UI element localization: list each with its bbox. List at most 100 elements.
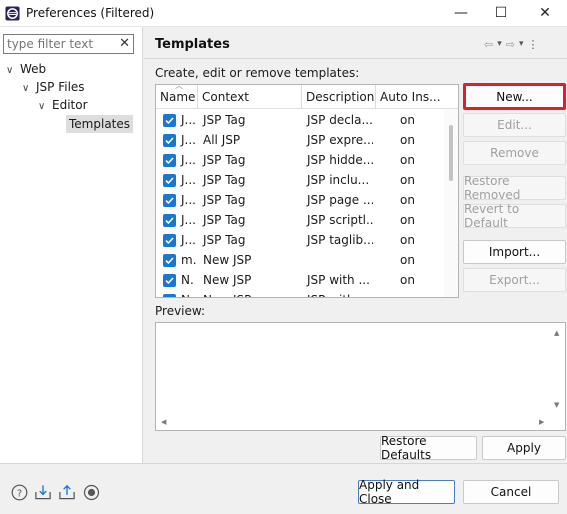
forward-menu-icon[interactable]: ▾ [519,39,524,49]
back-menu-icon[interactable]: ▾ [497,39,502,49]
view-menu-icon[interactable]: ⋮ [528,38,539,51]
table-row[interactable]: J... JSP Tag JSP taglib... on [156,230,446,250]
expand-toggle-icon[interactable]: ∨ [22,80,36,98]
cell-context: New JSP [199,290,299,297]
cell-context: New JSP [203,253,252,267]
cell-name: J... [181,213,196,227]
restore-removed-button[interactable]: Restore Removed [463,174,566,202]
cell-description: JSP page ... [307,193,373,207]
cell-name: N. [177,290,199,297]
table-row[interactable]: m. New JSP on [156,250,446,270]
cell-name: N. [181,273,194,287]
cell-auto-insert: on [400,213,415,227]
footer-divider [0,463,567,464]
column-header-description[interactable]: Description [302,85,376,109]
tree-item-label: JSP Files [36,80,85,94]
preview-area[interactable]: ▲ ▼ ◀ ▶ [155,322,566,431]
help-icon[interactable]: ? [10,483,28,501]
scroll-up-icon[interactable]: ▲ [554,329,559,337]
preview-horizontal-scrollbar[interactable]: ◀ ▶ [156,416,550,430]
cell-context: JSP Tag [203,153,246,167]
cell-context: JSP Tag [203,113,246,127]
cell-auto-insert: on [396,290,426,297]
table-scrollbar[interactable] [444,109,458,297]
cell-context: New JSP [203,273,252,287]
restore-defaults-button[interactable]: Restore Defaults [380,434,477,462]
scroll-left-icon[interactable]: ◀ [161,418,166,426]
enabled-checkbox[interactable] [163,214,176,227]
export-templates-button[interactable]: Export... [463,268,566,292]
cancel-button[interactable]: Cancel [463,480,559,504]
cell-description: JSP scriptl... [307,213,373,227]
clear-filter-icon[interactable]: ✕ [119,36,130,51]
edit-template-button[interactable]: Edit... [463,113,566,137]
cell-description [303,250,373,270]
new-template-button[interactable]: New... [463,83,566,110]
tree-item-label: Templates [66,115,134,133]
cell-context: JSP Tag [203,173,246,187]
cell-auto-insert: on [400,113,415,127]
eclipse-app-icon [5,6,20,21]
cell-auto-insert: on [400,253,415,267]
table-scrollbar-thumb[interactable] [449,125,453,181]
import-templates-button[interactable]: Import... [463,240,566,264]
close-window-button[interactable]: ✕ [530,3,560,23]
tree-item-label: Web [20,62,47,76]
table-row[interactable]: J... All JSP JSP expre... on [156,130,446,150]
cell-auto-insert: on [400,153,415,167]
preview-label: Preview: [155,304,206,318]
expand-toggle-icon[interactable]: ∨ [6,62,20,80]
scroll-down-icon[interactable]: ▼ [554,401,559,409]
templates-description: Create, edit or remove templates: [155,66,360,80]
import-preferences-icon[interactable] [34,483,52,501]
table-row[interactable]: J... JSP Tag JSP hidde... on [156,150,446,170]
tree-item-templates[interactable]: Templates [66,115,134,133]
maximize-button[interactable]: ☐ [486,3,516,23]
cell-description: JSP decla... [307,113,373,127]
table-row[interactable]: J... JSP Tag JSP page ... on [156,190,446,210]
tree-item-editor[interactable]: ∨ Editor [38,96,88,114]
enabled-checkbox[interactable] [163,234,176,247]
cell-description: JSP hidde... [307,153,373,167]
tree-item-label: Editor [52,98,88,112]
record-icon[interactable] [82,483,100,501]
title-bar: Preferences (Filtered) — ☐ ✕ [0,0,567,27]
enabled-checkbox[interactable] [163,174,176,187]
enabled-checkbox[interactable] [163,254,176,267]
table-header: ︿ Name Context Description Auto Ins... [156,85,458,109]
apply-and-close-button[interactable]: Apply and Close [358,478,455,506]
forward-arrow-icon[interactable]: ⇨ [506,38,515,51]
table-row[interactable]: J... JSP Tag JSP inclu... on [156,170,446,190]
column-header-auto-insert[interactable]: Auto Ins... [376,85,446,109]
minimize-button[interactable]: — [446,3,476,23]
table-row[interactable]: N.New JSP JSP with ... on [156,290,446,297]
expand-toggle-icon[interactable]: ∨ [38,98,52,116]
enabled-checkbox[interactable] [163,154,176,167]
column-header-context[interactable]: Context [198,85,302,109]
table-row[interactable]: N.New JSPJSP with ...on [156,270,446,290]
cell-description: JSP with ... [303,290,373,297]
enabled-checkbox[interactable] [163,134,176,147]
back-arrow-icon[interactable]: ⇦ [484,38,493,51]
filter-input[interactable] [4,35,114,53]
revert-to-default-button[interactable]: Revert to Default [463,202,566,230]
cell-description: JSP with ... [307,273,370,287]
enabled-checkbox[interactable] [163,114,176,127]
column-header-name[interactable]: Name [156,85,198,109]
cell-context: All JSP [203,133,241,147]
scroll-right-icon[interactable]: ▶ [539,418,544,426]
apply-button[interactable]: Apply [482,436,566,460]
table-row[interactable]: J... JSP Tag JSP scriptl... on [156,210,446,230]
remove-template-button[interactable]: Remove [463,141,566,165]
cell-context: JSP Tag [203,233,246,247]
enabled-checkbox[interactable] [163,294,176,297]
enabled-checkbox[interactable] [163,274,176,287]
cell-name: J... [181,173,196,187]
tree-item-web[interactable]: ∨ Web [6,60,46,78]
export-preferences-icon[interactable] [58,483,76,501]
preview-vertical-scrollbar[interactable]: ▲ ▼ [549,323,565,430]
enabled-checkbox[interactable] [163,194,176,207]
tree-item-jsp-files[interactable]: ∨ JSP Files [22,78,85,96]
table-row[interactable]: J... JSP Tag JSP decla... on [156,110,446,130]
cell-description: JSP taglib... [307,233,373,247]
